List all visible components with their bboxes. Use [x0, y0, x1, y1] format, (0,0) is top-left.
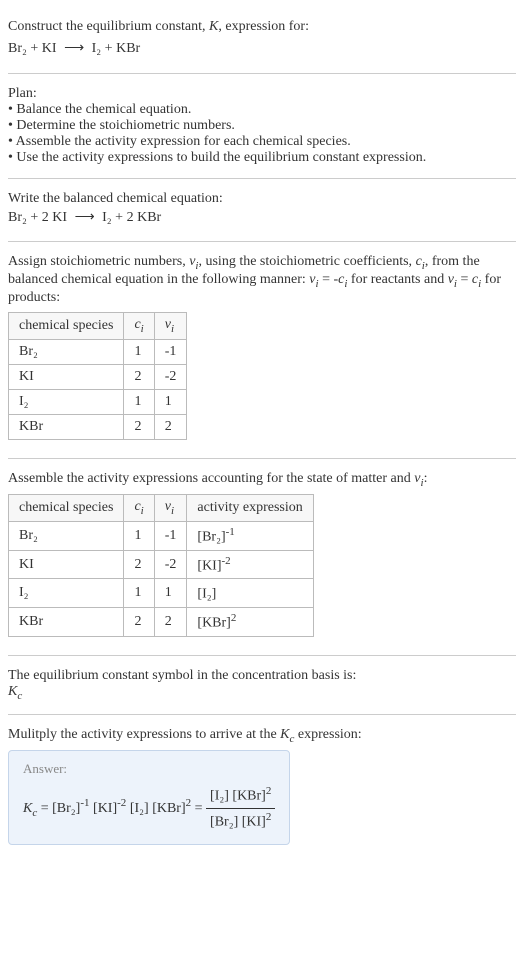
- table-header-row: chemical species ci νi: [9, 312, 187, 339]
- fraction-numerator: [I₂] [KBr]2: [206, 783, 275, 809]
- assemble-text: Assemble the activity expressions accoun…: [8, 471, 516, 489]
- plan-title: Plan:: [8, 86, 516, 102]
- table-row: I₂ 1 1: [9, 389, 187, 414]
- assign-text: Assign stoichiometric numbers, νi, using…: [8, 254, 516, 306]
- cell-species: KI: [9, 364, 124, 389]
- cell-species: KBr: [9, 608, 124, 637]
- divider: [8, 714, 516, 715]
- cell-v: 2: [154, 414, 187, 439]
- balanced-section: Write the balanced chemical equation: Br…: [8, 183, 516, 237]
- arrow-icon: ⟶: [60, 41, 88, 56]
- answer-equation: Kc = [Br₂]-1 [KI]-2 [I₂] [KBr]2 = [I₂] […: [23, 783, 275, 834]
- table-row: KI 2 -2: [9, 364, 187, 389]
- assemble-section: Assemble the activity expressions accoun…: [8, 463, 516, 651]
- fraction: [I₂] [KBr]2 [Br₂] [KI]2: [206, 783, 275, 834]
- plan-item: • Determine the stoichiometric numbers.: [8, 118, 516, 134]
- cell-v: 2: [154, 608, 187, 637]
- answer-box: Answer: Kc = [Br₂]-1 [KI]-2 [I₂] [KBr]2 …: [8, 750, 290, 845]
- divider: [8, 655, 516, 656]
- plan-item: • Balance the chemical equation.: [8, 102, 516, 118]
- col-activity: activity expression: [187, 495, 313, 522]
- table-row: KI 2 -2 [KI]-2: [9, 550, 314, 579]
- table-header-row: chemical species ci νi activity expressi…: [9, 495, 314, 522]
- col-c: ci: [124, 495, 154, 522]
- cell-v: -1: [154, 522, 187, 551]
- cell-c: 2: [124, 608, 154, 637]
- col-species: chemical species: [9, 312, 124, 339]
- multiply-section: Mulitply the activity expressions to arr…: [8, 719, 516, 854]
- plan-item: • Assemble the activity expression for e…: [8, 134, 516, 150]
- divider: [8, 73, 516, 74]
- table-row: Br₂ 1 -1: [9, 339, 187, 364]
- cell-species: Br₂: [9, 522, 124, 551]
- basis-section: The equilibrium constant symbol in the c…: [8, 660, 516, 710]
- basis-symbol: Kc: [8, 684, 516, 702]
- cell-species: KBr: [9, 414, 124, 439]
- prompt-section: Construct the equilibrium constant, K, e…: [8, 8, 516, 69]
- cell-activity: [Br₂]-1: [187, 522, 313, 551]
- col-v: νi: [154, 312, 187, 339]
- balanced-title: Write the balanced chemical equation:: [8, 191, 516, 207]
- balanced-equation: Br₂ + 2 KI ⟶ I₂ + 2 KBr: [8, 207, 516, 229]
- col-v: νi: [154, 495, 187, 522]
- divider: [8, 241, 516, 242]
- cell-v: 1: [154, 389, 187, 414]
- prompt-line1: Construct the equilibrium constant, K, e…: [8, 16, 516, 38]
- cell-species: I₂: [9, 389, 124, 414]
- cell-c: 1: [124, 522, 154, 551]
- prompt-eq-rhs: I₂ + KBr: [92, 41, 141, 56]
- cell-c: 1: [124, 389, 154, 414]
- table-row: KBr 2 2: [9, 414, 187, 439]
- prompt-eq-lhs: Br₂ + KI: [8, 41, 57, 56]
- prompt-equation: Br₂ + KI ⟶ I₂ + KBr: [8, 38, 516, 60]
- multiply-text: Mulitply the activity expressions to arr…: [8, 727, 516, 745]
- arrow-icon: ⟶: [71, 210, 99, 225]
- basis-text: The equilibrium constant symbol in the c…: [8, 668, 516, 684]
- cell-activity: [KBr]2: [187, 608, 313, 637]
- assign-section: Assign stoichiometric numbers, νi, using…: [8, 246, 516, 453]
- cell-activity: [I₂]: [187, 579, 313, 608]
- col-species: chemical species: [9, 495, 124, 522]
- cell-species: Br₂: [9, 339, 124, 364]
- cell-activity: [KI]-2: [187, 550, 313, 579]
- answer-label: Answer:: [23, 761, 275, 777]
- plan-item: • Use the activity expressions to build …: [8, 150, 516, 166]
- table-row: I₂ 1 1 [I₂]: [9, 579, 314, 608]
- cell-c: 2: [124, 414, 154, 439]
- cell-c: 2: [124, 364, 154, 389]
- fraction-denominator: [Br₂] [KI]2: [206, 809, 275, 834]
- cell-c: 1: [124, 339, 154, 364]
- balanced-eq-lhs: Br₂ + 2 KI: [8, 210, 67, 225]
- col-c: ci: [124, 312, 154, 339]
- plan-section: Plan: • Balance the chemical equation. •…: [8, 78, 516, 174]
- cell-v: -2: [154, 550, 187, 579]
- cell-c: 2: [124, 550, 154, 579]
- cell-v: -1: [154, 339, 187, 364]
- stoich-table: chemical species ci νi Br₂ 1 -1 KI 2 -2 …: [8, 312, 187, 440]
- activity-table: chemical species ci νi activity expressi…: [8, 494, 314, 636]
- cell-v: 1: [154, 579, 187, 608]
- balanced-eq-rhs: I₂ + 2 KBr: [102, 210, 161, 225]
- divider: [8, 458, 516, 459]
- cell-c: 1: [124, 579, 154, 608]
- table-row: KBr 2 2 [KBr]2: [9, 608, 314, 637]
- divider: [8, 178, 516, 179]
- cell-v: -2: [154, 364, 187, 389]
- cell-species: I₂: [9, 579, 124, 608]
- cell-species: KI: [9, 550, 124, 579]
- table-row: Br₂ 1 -1 [Br₂]-1: [9, 522, 314, 551]
